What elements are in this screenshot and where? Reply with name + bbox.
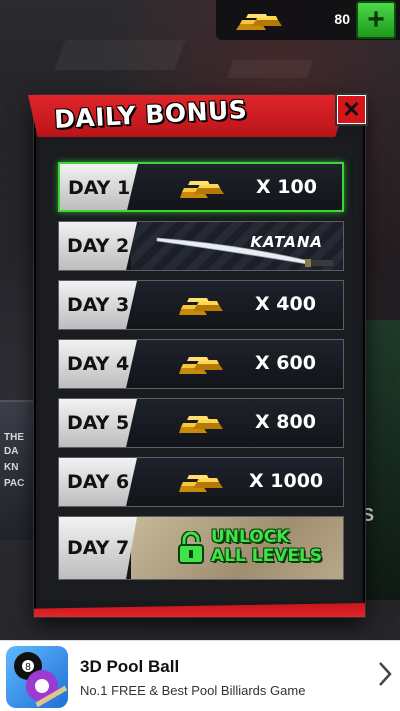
background-stripe xyxy=(54,40,186,70)
day-row-6[interactable]: DAY 6 X 1000 xyxy=(58,457,344,507)
day-row-3[interactable]: DAY 3 X 400 xyxy=(58,280,344,330)
day-label: DAY 1 xyxy=(68,177,131,199)
unlock-line: ALL LEVELS xyxy=(211,546,323,566)
add-currency-button[interactable]: + xyxy=(356,1,396,39)
daily-bonus-modal: DAILY BONUS ✕ DAY 1 X 100 DAY 2 KATANA D… xyxy=(28,93,368,617)
chevron-right-icon[interactable] xyxy=(378,661,392,687)
gold-bars-icon xyxy=(180,181,224,198)
gold-bars-icon xyxy=(179,416,223,433)
day-label: DAY 2 xyxy=(67,235,130,257)
gold-bars-icon xyxy=(179,357,223,374)
svg-text:8: 8 xyxy=(25,662,31,673)
reward-amount: X 600 xyxy=(255,352,316,374)
gold-bars-icon xyxy=(179,475,223,492)
reward-amount: X 1000 xyxy=(249,470,324,492)
gold-bars-icon xyxy=(236,14,282,30)
day-row-4[interactable]: DAY 4 X 600 xyxy=(58,339,344,389)
background-pack-card: THE DA KN PAC xyxy=(0,400,36,540)
lock-icon xyxy=(178,531,204,564)
day-row-1[interactable]: DAY 1 X 100 xyxy=(58,162,344,212)
reward-amount: X 800 xyxy=(255,411,316,433)
unlock-line: UNLOCK xyxy=(211,527,290,547)
plus-icon: + xyxy=(367,3,385,36)
ad-banner[interactable]: 8 3D Pool Ball No.1 FREE & Best Pool Bil… xyxy=(0,640,400,711)
day-row-5[interactable]: DAY 5 X 800 xyxy=(58,398,344,448)
close-icon: ✕ xyxy=(338,96,365,123)
background-stripe xyxy=(226,60,314,78)
day-label: DAY 4 xyxy=(67,353,130,375)
reward-amount: X 400 xyxy=(255,293,316,315)
day-row-2[interactable]: DAY 2 KATANA xyxy=(58,221,344,271)
pool-ball-icon: 8 xyxy=(6,646,68,708)
unlock-reward-text: UNLOCK ALL LEVELS xyxy=(211,528,322,566)
day-row-7[interactable]: DAY 7 UNLOCK ALL LEVELS xyxy=(58,516,344,580)
day-label: DAY 3 xyxy=(67,294,130,316)
reward-amount: X 100 xyxy=(256,176,317,198)
currency-amount: 80 xyxy=(334,11,350,27)
currency-bar: 80 + xyxy=(216,0,400,40)
day-label: DAY 6 xyxy=(67,471,130,493)
ad-title: 3D Pool Ball xyxy=(80,657,180,676)
reward-item-name: KATANA xyxy=(250,233,323,251)
background-side-card xyxy=(364,320,400,600)
ad-subtitle: No.1 FREE & Best Pool Billiards Game xyxy=(80,683,306,698)
modal-bottom-trim xyxy=(34,603,365,617)
day-label: DAY 5 xyxy=(67,412,130,434)
gold-bars-icon xyxy=(179,298,223,315)
close-button[interactable]: ✕ xyxy=(335,93,368,126)
day-label: DAY 7 xyxy=(67,537,130,559)
